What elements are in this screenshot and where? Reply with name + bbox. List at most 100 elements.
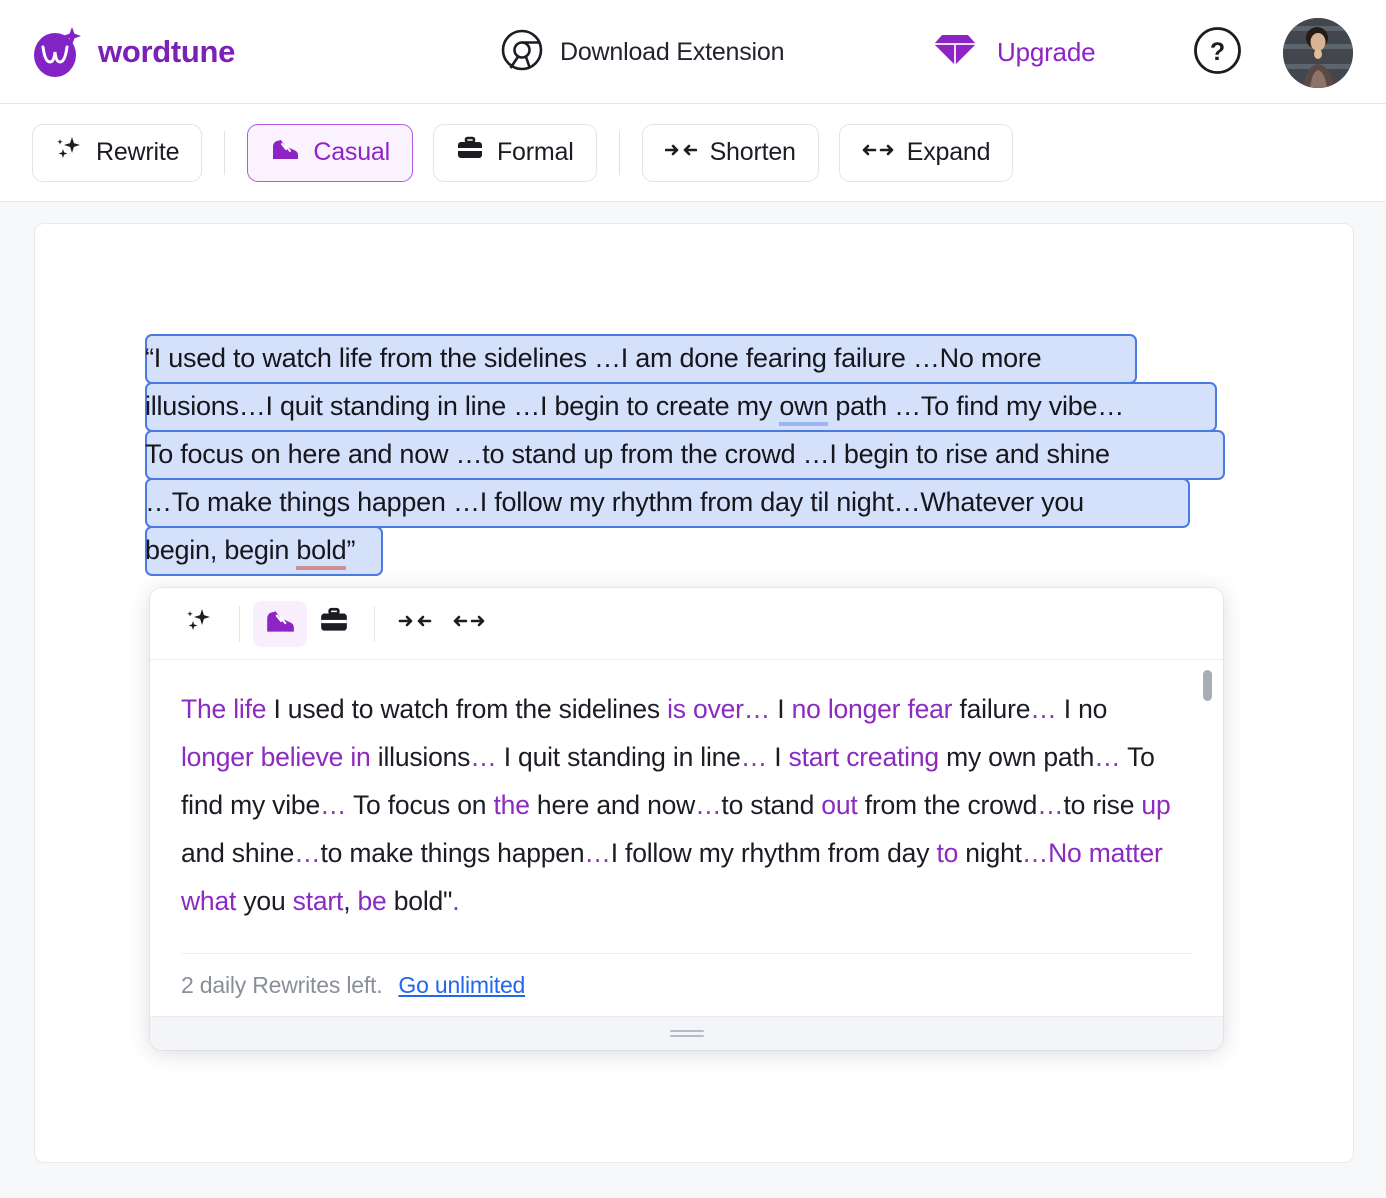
document-line-1: “I used to watch life from the sidelines… <box>145 334 1245 382</box>
suggestion-segment-30: … <box>294 838 320 868</box>
suggestion-segment-12: … <box>741 742 767 772</box>
suggestion-segment-39: , <box>343 886 357 916</box>
download-extension-button[interactable]: Download Extension <box>500 0 784 104</box>
suggestion-segment-0: The life <box>181 694 266 724</box>
document-word-bold[interactable]: bold <box>296 535 346 570</box>
resize-grip[interactable] <box>150 1016 1223 1050</box>
suggestion-segment-31: to make things happen <box>320 838 584 868</box>
suggestion-segment-18: … <box>320 790 346 820</box>
suggestion-segment-22: … <box>695 790 721 820</box>
suggestion-segment-6: … <box>1030 694 1056 724</box>
briefcase-icon <box>456 136 484 169</box>
avatar[interactable] <box>1283 18 1353 88</box>
sparkles-icon <box>185 607 213 640</box>
suggestion-segment-33: I follow my rhythm from day <box>611 838 937 868</box>
arrows-out-icon <box>452 611 486 636</box>
suggestion-segment-16: … <box>1094 742 1120 772</box>
suggestion-segment-23: to stand <box>721 790 821 820</box>
suggestion-segment-2: is over… <box>667 694 770 724</box>
popup-footer: 2 daily Rewrites left. Go unlimited <box>150 954 1223 1016</box>
svg-text:?: ? <box>1210 38 1225 66</box>
popup-rewrite-button[interactable] <box>172 601 226 647</box>
document-line-5-a: begin, begin <box>145 535 296 565</box>
suggestion-segment-14: start creating <box>789 742 939 772</box>
document-line-4: …To make things happen …I follow my rhyt… <box>145 478 1245 526</box>
suggestion-segment-24: out <box>821 790 857 820</box>
popup-casual-button[interactable] <box>253 601 307 647</box>
expand-button[interactable]: Expand <box>839 124 1014 182</box>
rewrite-suggestion-popup[interactable]: The life I used to watch from the sideli… <box>150 588 1223 1050</box>
brand-name: wordtune <box>98 34 235 70</box>
document-line-3-text: To focus on here and now …to stand up fr… <box>145 439 1110 469</box>
suggestion-segment-21: here and now <box>530 790 695 820</box>
document-line-2-b: path …To find my vibe… <box>828 391 1124 421</box>
document-line-5-b: ” <box>346 535 355 565</box>
arrows-in-icon <box>398 611 432 636</box>
casual-label: Casual <box>313 138 390 167</box>
document-text[interactable]: “I used to watch life from the sidelines… <box>145 334 1245 574</box>
document-line-5: begin, begin bold” <box>145 526 1245 574</box>
suggestion-segment-42: . <box>452 886 459 916</box>
popup-shorten-button[interactable] <box>388 601 442 647</box>
arrows-out-icon <box>862 138 894 167</box>
shorten-button[interactable]: Shorten <box>642 124 819 182</box>
suggestion-segment-29: and shine <box>181 838 294 868</box>
suggestion-segment-3: I <box>770 694 792 724</box>
brand-logo[interactable]: wordtune <box>30 25 235 79</box>
suggestion-segment-9: illusions <box>371 742 471 772</box>
casual-button[interactable]: Casual <box>247 124 413 182</box>
document-line-1-body: I used to watch life from the sidelines … <box>154 343 1042 373</box>
wordtune-logo-icon <box>30 25 84 79</box>
suggestion-segment-32: … <box>584 838 610 868</box>
download-extension-label: Download Extension <box>560 38 784 67</box>
app-header: wordtune Download Extension Upgrade ? <box>0 0 1386 104</box>
help-circle-icon[interactable]: ? <box>1193 26 1242 75</box>
document-line-2: illusions…I quit standing in line …I beg… <box>145 382 1245 430</box>
suggestion-segment-41: bold" <box>387 886 453 916</box>
sneaker-icon <box>270 136 300 169</box>
upgrade-label: Upgrade <box>997 37 1095 68</box>
suggestion-segment-27: to rise <box>1063 790 1141 820</box>
document-line-4-text: …To make things happen …I follow my rhyt… <box>145 487 1084 517</box>
suggestion-segment-7: I no <box>1057 694 1108 724</box>
arrows-in-icon <box>665 138 697 167</box>
document-line-3: To focus on here and now …to stand up fr… <box>145 430 1245 478</box>
suggestion-segment-40: be <box>358 886 387 916</box>
suggestion-text[interactable]: The life I used to watch from the sideli… <box>181 685 1183 925</box>
suggestion-segment-28: up <box>1141 790 1170 820</box>
suggestion-segment-5: failure <box>952 694 1030 724</box>
suggestion-segment-4: no longer fear <box>792 694 953 724</box>
expand-label: Expand <box>907 138 991 167</box>
document-line-1-text: “ <box>145 343 154 373</box>
suggestion-segment-15: my own path <box>939 742 1094 772</box>
formal-button[interactable]: Formal <box>433 124 597 182</box>
shorten-label: Shorten <box>710 138 796 167</box>
document-word-own[interactable]: own <box>779 391 828 426</box>
upgrade-button[interactable]: Upgrade <box>932 0 1095 104</box>
formal-label: Formal <box>497 138 574 167</box>
rewrite-label: Rewrite <box>96 138 179 167</box>
suggestion-segment-1: I used to watch from the sidelines <box>266 694 667 724</box>
toolbar-divider-1 <box>224 131 225 175</box>
toolbar-divider-2 <box>619 131 620 175</box>
suggestion-scrollbar[interactable] <box>1203 670 1212 960</box>
editor-card[interactable]: “I used to watch life from the sidelines… <box>34 223 1354 1163</box>
mode-toolbar: Rewrite Casual Formal <box>0 104 1386 202</box>
rewrite-button[interactable]: Rewrite <box>32 124 202 182</box>
suggestion-segment-25: from the crowd <box>858 790 1038 820</box>
suggestion-segment-20: the <box>494 790 530 820</box>
workspace: “I used to watch life from the sidelines… <box>0 202 1386 1198</box>
popup-expand-button[interactable] <box>442 601 496 647</box>
briefcase-icon <box>319 607 349 640</box>
popup-mode-toolbar <box>150 588 1223 660</box>
suggestion-segment-8: longer believe in <box>181 742 371 772</box>
popup-body: The life I used to watch from the sideli… <box>150 660 1223 939</box>
suggestion-segment-11: I quit standing in line <box>497 742 741 772</box>
document-line-2-a: illusions…I quit standing in line …I beg… <box>145 391 779 421</box>
suggestion-scrollbar-thumb[interactable] <box>1203 670 1212 701</box>
sparkles-icon <box>55 135 83 170</box>
popup-formal-button[interactable] <box>307 601 361 647</box>
suggestion-segment-10: … <box>470 742 496 772</box>
suggestion-segment-38: start <box>293 886 344 916</box>
go-unlimited-link[interactable]: Go unlimited <box>398 972 525 999</box>
